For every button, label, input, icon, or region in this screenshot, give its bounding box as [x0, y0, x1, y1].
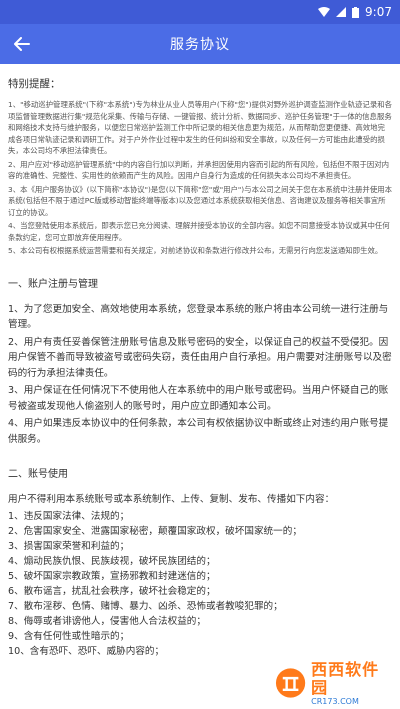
section2-intro: 用户不得利用本系统账号或本系统制作、上传、复制、发布、传播如下内容： — [8, 494, 335, 505]
back-arrow-icon — [14, 37, 30, 51]
list-item: 9、含有任何性或性暗示的； — [8, 631, 130, 642]
special-reminder-title: 特别提醒： — [8, 78, 61, 90]
app-bar: 服务协议 — [0, 24, 400, 64]
list-item: 7、散布淫秽、色情、赌博、暴力、凶杀、恐怖或者教唆犯罪的； — [8, 601, 283, 612]
list-item: 6、散布谣言，扰乱社会秩序，破坏社会稳定的； — [8, 586, 216, 597]
status-time: 9:07 — [365, 5, 392, 19]
list-item: 10、含有恐吓、恐吓、威胁内容的； — [8, 646, 165, 657]
reminder-paragraph: 1、"移动巡护管理系统"(下称"本系统")专为林业从业人员等用户(下称"您")提… — [8, 100, 392, 155]
back-button[interactable] — [10, 32, 34, 56]
watermark-url: CR173.COM — [311, 696, 359, 706]
agreement-content[interactable]: 特别提醒： 1、"移动巡护管理系统"(下称"本系统")专为林业从业人员等用户(下… — [0, 64, 400, 659]
section1-paragraph: 3、用户保证在任何情况下不使用他人在本系统中的用户账号或密码。当用户怀疑自己的账… — [8, 385, 389, 412]
section1-paragraph: 1、为了您更加安全、高效地使用本系统，您登录本系统的账户将由本公司统一进行注册与… — [8, 303, 389, 331]
reminder-paragraph: 5、本公司有权根据系统运营需要和有关规定，对前述协议和条款进行修改并公布，无需另… — [8, 246, 383, 255]
list-item: 8、侮辱或者诽谤他人，侵害他人合法权益的； — [8, 616, 206, 627]
list-item: 5、破坏国家宗教政策，宣扬邪教和封建迷信的； — [8, 571, 216, 582]
list-item: 1、违反国家法律、法规的； — [8, 511, 130, 522]
wifi-icon — [318, 7, 331, 17]
list-item: 3、损害国家荣誉和利益的； — [8, 541, 130, 552]
reminder-paragraph: 4、当您登陆使用本系统后，即表示您已充分阅读、理解并接受本协议的全部内容。如您不… — [8, 221, 390, 242]
page-title: 服务协议 — [170, 37, 230, 53]
section-title-account-usage: 二、账号使用 — [8, 469, 68, 480]
section1-paragraph: 2、用户有责任妥善保管注册账号信息及账号密码的安全，以保证自己的权益不受侵犯。因… — [8, 336, 392, 379]
reminder-paragraph: 3、本《用户服务协议》(以下简称"本协议")是您(以下简称"您"或"用户")与本… — [8, 184, 392, 217]
reminder-paragraph: 2、用户应对"移动巡护管理系统"中的内容自行加以判断，并承担因使用内容而引起的所… — [8, 159, 390, 181]
list-item: 4、煽动民族仇恨、民族歧视，破坏民族团结的； — [8, 556, 216, 567]
section-title-account-registration: 一、账户注册与管理 — [8, 278, 98, 290]
signal-icon — [336, 7, 347, 17]
watermark-logo-icon — [275, 668, 306, 698]
section1-paragraph: 4、用户如果违反本协议中的任何条款，本公司有权依据协议中断或终止对违约用户账号提… — [8, 418, 389, 445]
site-watermark: 西西软件园 CR173.COM — [274, 659, 394, 706]
list-item: 2、危害国家安全、泄露国家秘密，颠覆国家政权，破坏国家统一的； — [8, 526, 302, 537]
watermark-name: 西西软件园 — [311, 659, 380, 697]
status-bar: 9:07 — [0, 0, 400, 24]
battery-icon — [352, 6, 360, 18]
